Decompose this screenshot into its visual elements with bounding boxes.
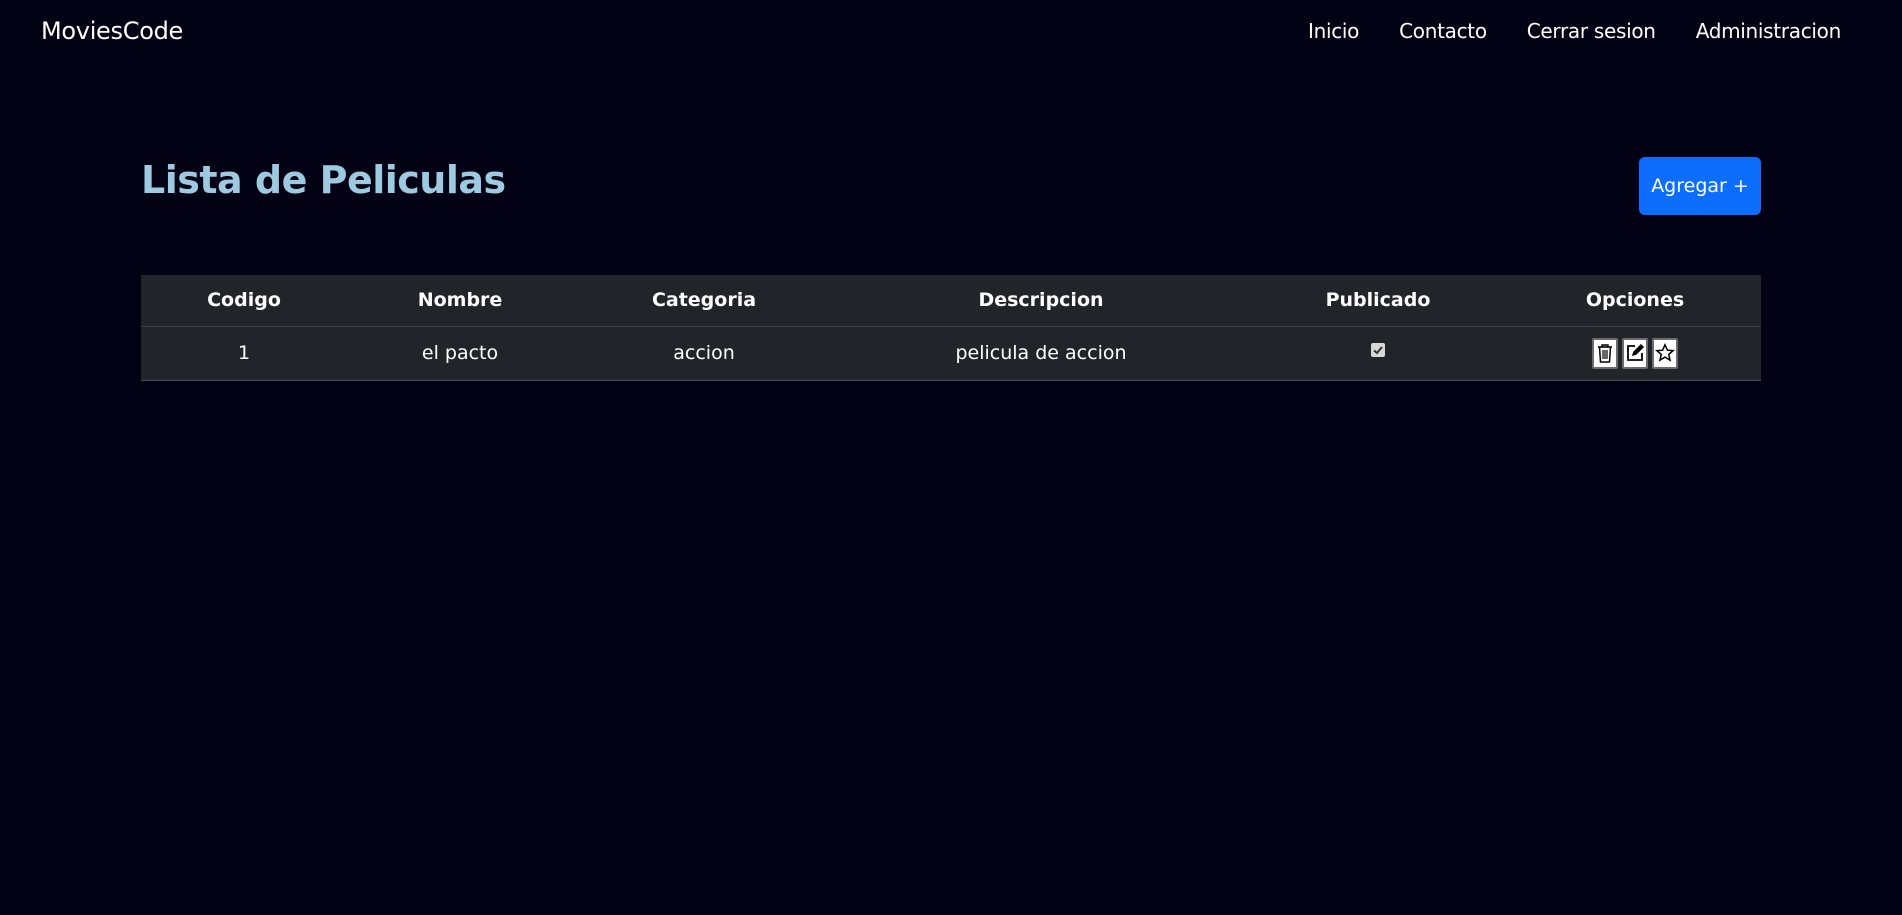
- cell-nombre: el pacto: [347, 326, 573, 381]
- nav-link-administracion[interactable]: Administracion: [1696, 19, 1842, 43]
- cell-categoria: accion: [573, 326, 835, 381]
- cell-descripcion: pelicula de accion: [835, 326, 1247, 381]
- page-title: Lista de Peliculas: [141, 158, 506, 202]
- nav-link-cerrar-sesion[interactable]: Cerrar sesion: [1527, 19, 1656, 43]
- star-icon: [1655, 343, 1675, 362]
- header-nombre: Nombre: [347, 275, 573, 327]
- favorite-button[interactable]: [1652, 337, 1678, 369]
- movies-table: Codigo Nombre Categoria Descripcion Publ…: [141, 275, 1761, 381]
- check-icon: [1373, 346, 1383, 355]
- cell-publicado: [1247, 326, 1509, 381]
- header-categoria: Categoria: [573, 275, 835, 327]
- nav-link-contacto[interactable]: Contacto: [1399, 19, 1487, 43]
- edit-button[interactable]: [1622, 337, 1648, 369]
- header-opciones: Opciones: [1509, 275, 1761, 327]
- nav-links: Inicio Contacto Cerrar sesion Administra…: [1308, 19, 1841, 43]
- trash-icon: [1598, 344, 1612, 363]
- navbar: MoviesCode Inicio Contacto Cerrar sesion…: [0, 0, 1902, 66]
- nav-link-inicio[interactable]: Inicio: [1308, 19, 1359, 43]
- table-row: 1 el pacto accion pelicula de accion: [141, 326, 1761, 381]
- table-header-row: Codigo Nombre Categoria Descripcion Publ…: [141, 275, 1761, 327]
- cell-codigo: 1: [141, 326, 347, 381]
- row-options: [1592, 337, 1678, 369]
- cell-opciones: [1509, 326, 1761, 381]
- published-checkbox[interactable]: [1371, 343, 1385, 357]
- delete-button[interactable]: [1592, 337, 1618, 369]
- header-codigo: Codigo: [141, 275, 347, 327]
- header-descripcion: Descripcion: [835, 275, 1247, 327]
- add-movie-button[interactable]: Agregar +: [1639, 157, 1761, 215]
- header-publicado: Publicado: [1247, 275, 1509, 327]
- edit-icon: [1627, 343, 1645, 361]
- brand-logo[interactable]: MoviesCode: [41, 17, 183, 45]
